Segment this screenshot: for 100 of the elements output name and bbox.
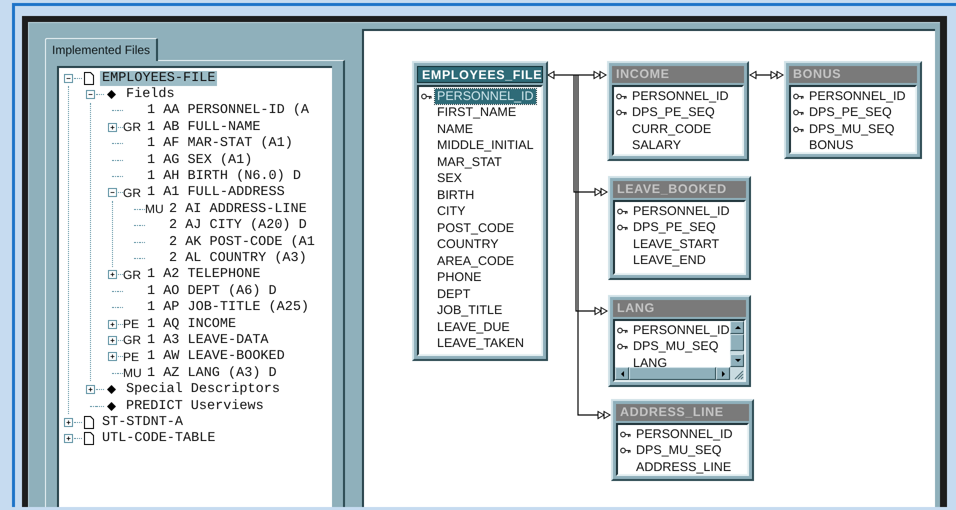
expand-icon[interactable]: [64, 434, 73, 444]
tree-item[interactable]: 1 AG SEX (A1): [145, 152, 254, 168]
column-name[interactable]: JOB_TITLE: [435, 303, 504, 318]
column-name[interactable]: DPS_PE_SEQ: [807, 105, 894, 120]
down-arrow-icon: [732, 356, 742, 365]
table-card[interactable]: LEAVE_BOOKED PERSONNEL_ID DPS_PE_SEQ LEAVE_START LEAVE_END: [608, 176, 751, 280]
field-type: GR: [123, 268, 142, 282]
column-name[interactable]: LEAVE_START: [631, 236, 722, 252]
collapse-icon[interactable]: [64, 74, 73, 83]
table-card[interactable]: EMPLOYEES_FILE PERSONNEL_ID FIRST_NAME NAME MIDDLE_INITIAL MAR_STAT SEX BIRTH CITY POST_CODE COUNTRY AREA_CODE PHONE DEPT JOB_TITLE LEAVE_DUE LEAVE_TAKEN: [412, 61, 548, 361]
field-type: GR: [123, 120, 142, 134]
column-name[interactable]: PERSONNEL_ID: [631, 322, 730, 338]
column-name[interactable]: BIRTH: [435, 188, 476, 203]
expand-icon[interactable]: [86, 385, 95, 394]
column-name[interactable]: PHONE: [435, 270, 484, 286]
column-name[interactable]: PERSONNEL_ID: [807, 88, 908, 104]
file-icon: [84, 72, 94, 85]
column-name[interactable]: BONUS: [807, 138, 856, 152]
tree-item[interactable]: Fields: [124, 87, 177, 102]
column-name[interactable]: DPS_PE_SEQ: [630, 105, 717, 120]
table-card[interactable]: INCOME PERSONNEL_ID DPS_PE_SEQ CURR_CODE SALARY: [607, 61, 749, 161]
tree-item[interactable]: 1 AP JOB-TITLE (A25): [145, 300, 312, 316]
table-card[interactable]: BONUS PERSONNEL_ID DPS_PE_SEQ DPS_MU_SEQ BONUS: [784, 61, 922, 159]
column-name[interactable]: LANG: [631, 356, 670, 367]
collapse-icon[interactable]: [86, 90, 95, 100]
tree-item[interactable]: 2 AI ADDRESS-LINE: [167, 202, 309, 217]
table-title[interactable]: EMPLOYEES_FILE: [417, 66, 543, 83]
vertical-scrollbar[interactable]: [730, 321, 744, 367]
column-name[interactable]: PERSONNEL_ID: [634, 426, 735, 442]
tree-item[interactable]: Special Descriptors: [124, 382, 282, 398]
scroll-thumb[interactable]: [629, 367, 716, 380]
table-card[interactable]: ADDRESS_LINE PERSONNEL_ID DPS_MU_SEQ ADDRESS_LINE: [611, 399, 754, 481]
tree-item[interactable]: EMPLOYEES-FILE: [100, 70, 218, 86]
column-name[interactable]: FIRST_NAME: [435, 105, 518, 120]
tree-item[interactable]: 2 AJ CITY (A20) D: [167, 218, 309, 234]
column-name[interactable]: LEAVE_END: [631, 253, 708, 268]
column-name[interactable]: DPS_MU_SEQ: [631, 339, 720, 354]
field-type: MU: [145, 202, 165, 216]
column-name[interactable]: DPS_MU_SEQ: [807, 122, 896, 137]
key-icon: [793, 108, 804, 118]
scroll-right-button[interactable]: [716, 367, 730, 380]
key-icon: [421, 92, 432, 101]
tree-item[interactable]: 1 AW LEAVE-BOOKED: [145, 349, 287, 364]
column-name[interactable]: CITY: [435, 204, 468, 220]
column-name[interactable]: SALARY: [630, 138, 684, 154]
tree-item[interactable]: 1 AF MAR-STAT (A1): [145, 136, 295, 152]
column-name[interactable]: LEAVE_DUE: [435, 320, 512, 335]
tree-item[interactable]: 1 AB FULL-NAME: [145, 120, 262, 135]
scroll-thumb[interactable]: [730, 334, 744, 351]
tree-item[interactable]: PREDICT Userviews: [124, 398, 266, 414]
column-name[interactable]: MAR_STAT: [435, 154, 504, 170]
tree-item[interactable]: 2 AL COUNTRY (A3): [167, 250, 309, 266]
column-name[interactable]: SEX: [435, 171, 464, 186]
expand-icon[interactable]: [108, 320, 117, 329]
tree-item[interactable]: 1 A2 TELEPHONE: [145, 267, 262, 282]
horizontal-scrollbar[interactable]: [615, 367, 744, 380]
expand-icon[interactable]: [108, 352, 117, 362]
table-card[interactable]: LANG PERSONNEL_ID DPS_MU_SEQ LANG: [608, 295, 751, 387]
column-name[interactable]: PERSONNEL_ID: [435, 88, 536, 104]
expand-icon[interactable]: [64, 418, 73, 427]
key-icon: [620, 430, 631, 439]
diamond-icon: [107, 90, 116, 100]
tree-item[interactable]: 1 A1 FULL-ADDRESS: [145, 185, 287, 200]
expand-icon[interactable]: [108, 122, 117, 132]
key-icon: [793, 124, 804, 134]
key-icon: [617, 206, 628, 216]
expand-icon[interactable]: [108, 336, 117, 345]
expand-icon[interactable]: [108, 270, 117, 280]
field-type: MU: [123, 366, 143, 380]
column-name[interactable]: LEAVE_TAKEN: [435, 336, 526, 352]
field-type: PE: [123, 317, 140, 332]
tree-item[interactable]: 1 A3 LEAVE-DATA: [145, 332, 271, 348]
column-name[interactable]: DPS_MU_SEQ: [634, 443, 724, 458]
column-name[interactable]: AREA_CODE: [435, 254, 516, 269]
column-name[interactable]: DPS_PE_SEQ: [631, 220, 718, 236]
column-name[interactable]: PERSONNEL_ID: [631, 204, 732, 219]
column-name[interactable]: ADDRESS_LINE: [634, 460, 734, 474]
column-name[interactable]: CURR_CODE: [630, 122, 714, 137]
column-name[interactable]: POST_CODE: [435, 220, 516, 236]
column-name[interactable]: NAME: [435, 122, 476, 137]
scroll-down-button[interactable]: [730, 354, 744, 367]
tree-item[interactable]: 1 AH BIRTH (N6.0) D: [145, 169, 303, 184]
tab[interactable]: Implemented Files: [45, 38, 158, 61]
column-name[interactable]: COUNTRY: [435, 237, 501, 252]
collapse-icon[interactable]: [108, 188, 117, 198]
tree-item[interactable]: UTL-CODE-TABLE: [100, 431, 218, 446]
tree-item[interactable]: 1 AO DEPT (A6) D: [145, 284, 279, 299]
key-icon: [616, 108, 627, 118]
field-type: PE: [123, 350, 140, 364]
tree-item[interactable]: 1 AA PERSONNEL-ID (A: [145, 103, 312, 118]
field-type: GR: [123, 186, 142, 200]
tree-item[interactable]: 1 AQ INCOME: [145, 316, 238, 332]
column-name[interactable]: MIDDLE_INITIAL: [435, 138, 536, 154]
scroll-up-button[interactable]: [730, 321, 744, 334]
column-name[interactable]: PERSONNEL_ID: [630, 88, 731, 104]
tree-item[interactable]: ST-STDNT-A: [100, 414, 186, 430]
tree-item[interactable]: 1 AZ LANG (A3) D: [145, 366, 279, 381]
column-name[interactable]: DEPT: [435, 286, 472, 302]
scroll-left-button[interactable]: [615, 367, 629, 380]
tree-item[interactable]: 2 AK POST-CODE (A1: [167, 234, 317, 250]
